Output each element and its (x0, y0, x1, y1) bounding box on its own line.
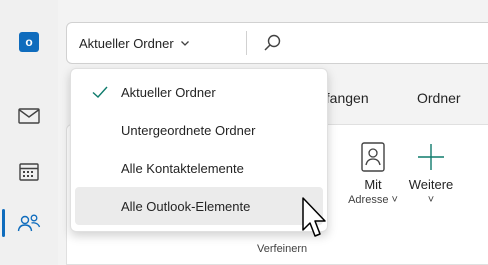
menu-item-aktueller-ordner[interactable]: Aktueller Ordner (75, 73, 323, 111)
menu-item-alle-kontaktelemente[interactable]: Alle Kontaktelemente (75, 149, 323, 187)
mail-nav-button[interactable] (8, 96, 50, 136)
calendar-nav-button[interactable] (8, 152, 50, 192)
mouse-pointer-icon (302, 197, 326, 237)
ribbon-group-label: Verfeinern (257, 243, 308, 255)
contact-card-icon (361, 142, 385, 172)
search-bar: Aktueller Ordner (66, 22, 488, 64)
plus-icon (418, 144, 444, 170)
outlook-app-button[interactable]: o (8, 22, 50, 62)
weitere-sub: ˅ (427, 194, 435, 206)
mit-adresse-label: Mit (364, 177, 382, 192)
menu-item-label: Aktueller Ordner (121, 84, 216, 100)
people-nav-button[interactable] (8, 203, 50, 243)
navigation-rail: o (0, 0, 58, 265)
menu-item-label: Alle Kontaktelemente (121, 160, 244, 176)
search-icon[interactable] (263, 33, 283, 53)
chevron-down-icon (180, 41, 189, 46)
search-divider (246, 31, 247, 55)
menu-item-alle-outlook-elemente[interactable]: Alle Outlook-Elemente (75, 187, 323, 225)
weitere-label: Weitere (408, 177, 454, 192)
search-scope-label: Aktueller Ordner (79, 35, 174, 51)
menu-item-label: Untergeordnete Ordner (121, 122, 256, 138)
weitere-button[interactable]: Weitere ˅ (401, 137, 461, 207)
tab-ordner[interactable]: Ordner (417, 90, 461, 106)
search-scope-dropdown[interactable]: Aktueller Ordner (73, 30, 196, 56)
search-scope-menu: Aktueller Ordner Untergeordnete Ordner A… (70, 68, 328, 232)
calendar-icon (19, 163, 39, 181)
outlook-logo-icon: o (19, 32, 39, 52)
active-nav-indicator (2, 209, 5, 237)
mail-icon (18, 108, 40, 124)
checkmark-icon (92, 86, 108, 98)
menu-item-label: Alle Outlook-Elemente (121, 198, 251, 214)
people-icon (17, 214, 41, 232)
mit-adresse-button[interactable]: Mit Adresse ˅ (343, 137, 403, 207)
mit-adresse-sub: Adresse ˅ (348, 194, 398, 206)
menu-item-untergeordnete-ordner[interactable]: Untergeordnete Ordner (75, 111, 323, 149)
